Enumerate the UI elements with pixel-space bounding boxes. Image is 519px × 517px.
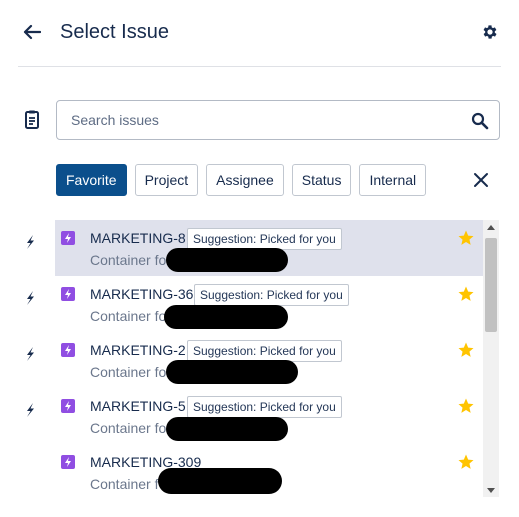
page-title: Select Issue — [60, 21, 169, 43]
epic-icon — [61, 455, 75, 469]
clipboard-icon — [22, 109, 42, 131]
issue-key[interactable]: MARKETING-5 — [90, 397, 186, 415]
redaction-mark — [166, 417, 288, 441]
back-button[interactable] — [20, 20, 44, 44]
filter-internal[interactable]: Internal — [359, 164, 427, 196]
header: Select Issue — [0, 0, 519, 66]
clear-filters-button[interactable] — [469, 168, 493, 192]
scrollbar-thumb[interactable] — [485, 238, 497, 332]
arrow-left-icon — [23, 24, 41, 40]
issue-summary: Container f — [90, 476, 159, 492]
scroll-down-arrow-icon[interactable] — [483, 483, 499, 497]
issue-summary: Container fo — [90, 364, 167, 380]
issue-summary: Container fo — [90, 252, 167, 268]
suggestion-badge: Suggestion: Picked for you — [187, 396, 342, 418]
redaction-mark — [158, 468, 282, 494]
issue-key[interactable]: MARKETING-2 — [90, 341, 186, 359]
filter-project[interactable]: Project — [134, 164, 199, 196]
gear-icon — [483, 25, 497, 39]
suggestion-badge: Suggestion: Picked for you — [187, 228, 342, 250]
issue-summary: Container fo — [90, 308, 167, 324]
lightning-icon — [27, 291, 34, 305]
star-icon[interactable] — [457, 453, 475, 471]
star-icon[interactable] — [457, 341, 475, 359]
issue-key[interactable]: MARKETING-36 — [90, 285, 193, 303]
search-box — [56, 100, 500, 140]
suggestion-badge: Suggestion: Picked for you — [194, 284, 349, 306]
lightning-icon — [27, 403, 34, 417]
filter-favorite[interactable]: Favorite — [56, 164, 127, 196]
filter-assignee[interactable]: Assignee — [206, 164, 284, 196]
issue-key[interactable]: MARKETING-8 — [90, 229, 186, 247]
issue-summary: Container fo — [90, 420, 167, 436]
epic-icon — [61, 231, 75, 245]
scroll-up-arrow-icon[interactable] — [483, 220, 499, 234]
issue-row[interactable]: MARKETING-36 Suggestion: Picked for you … — [0, 276, 483, 332]
search-icon[interactable] — [471, 112, 489, 130]
header-divider — [18, 66, 501, 67]
settings-button[interactable] — [478, 20, 502, 44]
redaction-mark — [166, 248, 288, 272]
star-icon[interactable] — [457, 397, 475, 415]
star-icon[interactable] — [457, 285, 475, 303]
epic-icon — [61, 399, 75, 413]
issue-row[interactable]: MARKETING-8 Suggestion: Picked for you C… — [0, 220, 483, 276]
filter-status[interactable]: Status — [291, 164, 352, 196]
epic-icon — [61, 343, 75, 357]
issue-row[interactable]: MARKETING-5 Suggestion: Picked for you C… — [0, 388, 483, 444]
filter-bar: Favorite Project Assignee Status Interna… — [56, 164, 427, 196]
lightning-icon — [27, 347, 34, 361]
issue-row[interactable]: MARKETING-2 Suggestion: Picked for you C… — [0, 332, 483, 388]
lightning-icon — [27, 235, 34, 249]
redaction-mark — [164, 305, 288, 329]
issue-row[interactable]: MARKETING-309 Container f — [0, 444, 483, 497]
redaction-mark — [166, 360, 298, 384]
close-icon — [474, 173, 488, 187]
suggestion-badge: Suggestion: Picked for you — [187, 340, 342, 362]
star-icon[interactable] — [457, 229, 475, 247]
search-input[interactable] — [71, 101, 461, 139]
scrollbar[interactable] — [483, 220, 499, 497]
epic-icon — [61, 287, 75, 301]
issue-list: MARKETING-8 Suggestion: Picked for you C… — [0, 220, 519, 497]
